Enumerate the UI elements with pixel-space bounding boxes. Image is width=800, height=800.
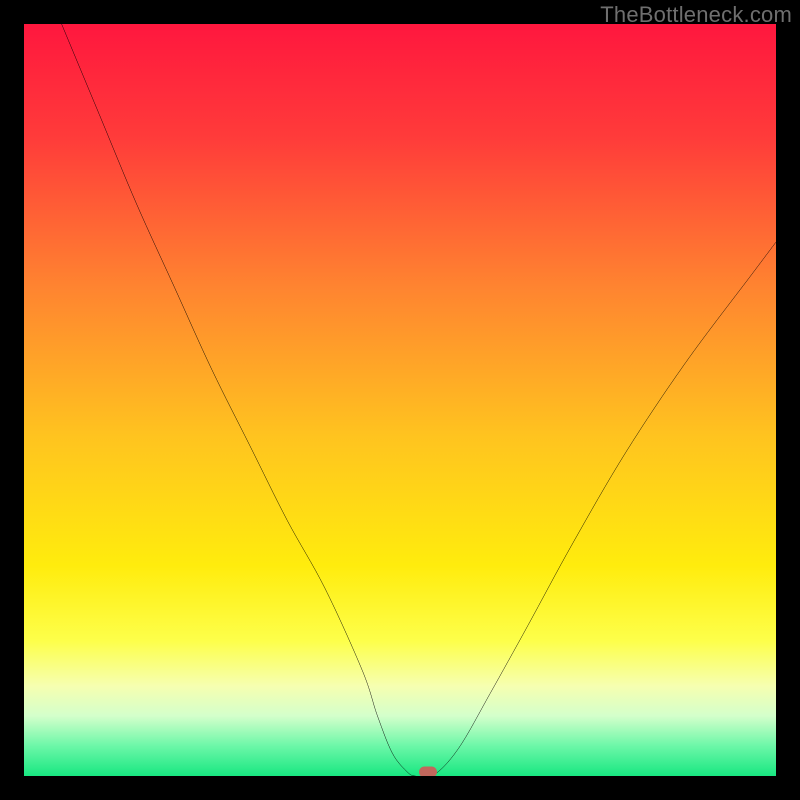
bottleneck-curve [24, 24, 776, 776]
minimum-marker [419, 767, 437, 776]
chart-frame: TheBottleneck.com [0, 0, 800, 800]
plot-area [24, 24, 776, 776]
